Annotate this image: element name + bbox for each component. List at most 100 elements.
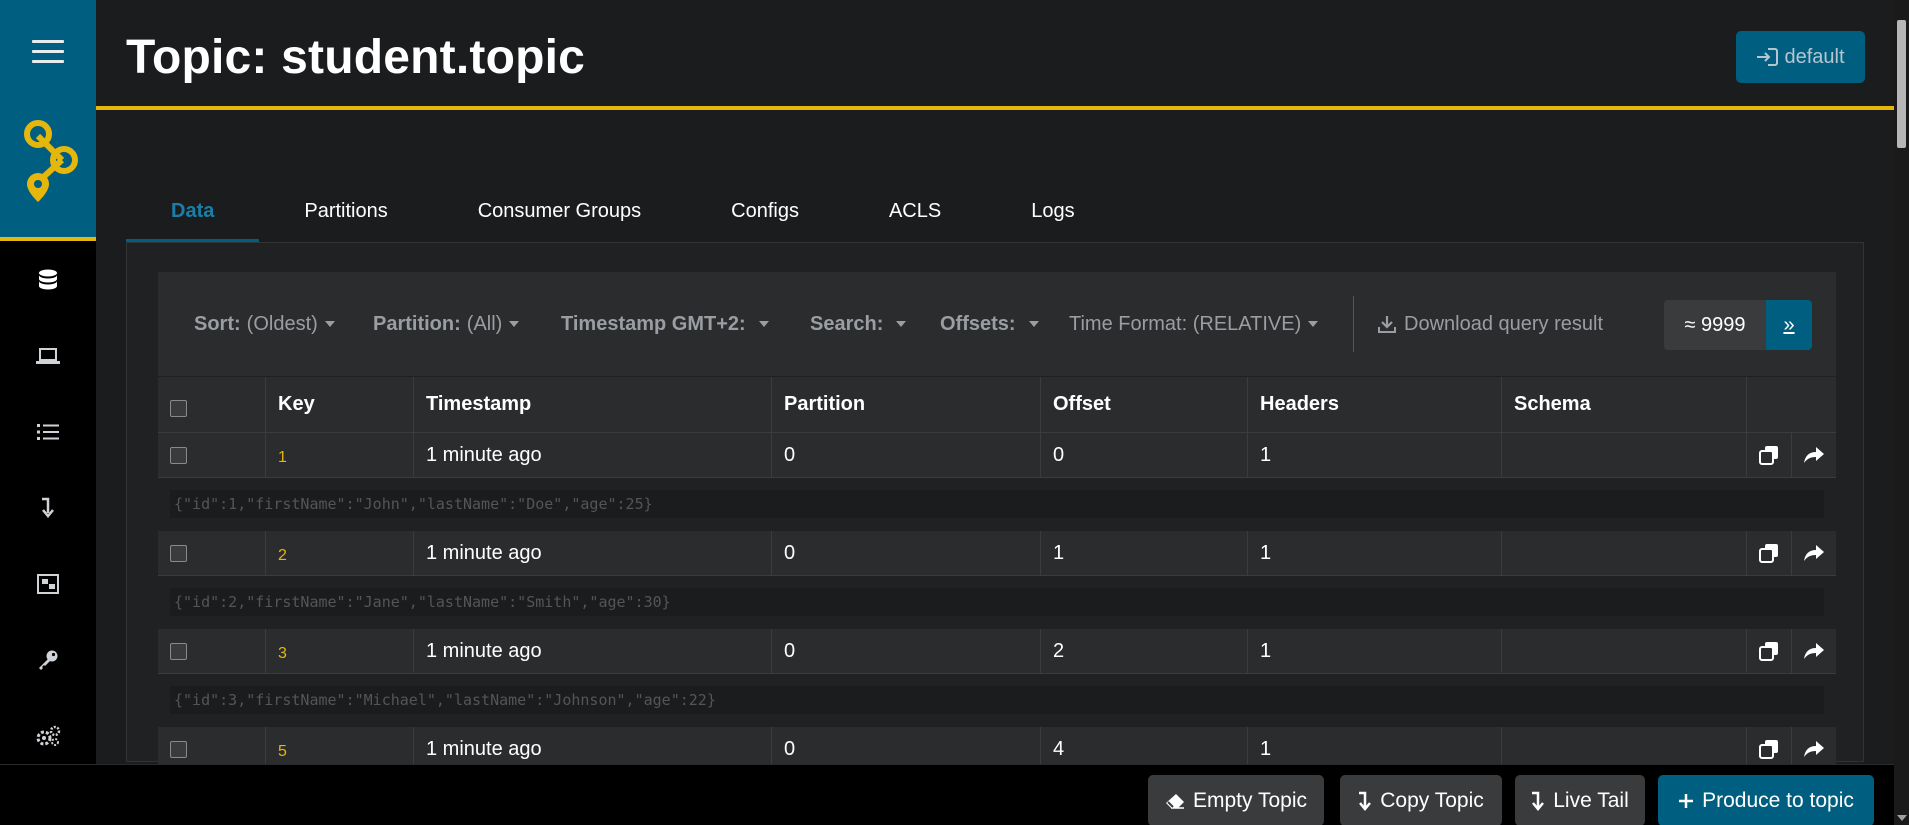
copy-icon [1759, 740, 1778, 759]
copy-topic-button[interactable]: Copy Topic [1340, 775, 1502, 825]
sort-dropdown[interactable]: Sort: (Oldest) [194, 272, 335, 376]
tab-acls[interactable]: ACLS [844, 180, 986, 243]
empty-topic-button[interactable]: Empty Topic [1148, 775, 1324, 825]
cell-timestamp: 1 minute ago [413, 531, 771, 575]
live-tail-button[interactable]: Live Tail [1515, 775, 1645, 825]
copy-row-button[interactable] [1746, 433, 1791, 477]
header-schema[interactable]: Schema [1501, 377, 1746, 432]
header-offset[interactable]: Offset [1040, 377, 1247, 432]
share-icon [1804, 447, 1824, 463]
scrollbar-thumb[interactable] [1897, 20, 1906, 148]
sort-label: Sort: [194, 312, 241, 335]
table-row[interactable]: 11 minute ago 0 0 1 [158, 433, 1836, 478]
tab-logs[interactable]: Logs [986, 180, 1119, 243]
message-value[interactable]: {"id":2,"firstName":"Jane","lastName":"S… [170, 588, 1824, 616]
table-header-row: Key Timestamp Partition Offset Headers S… [158, 377, 1836, 433]
share-icon [1804, 545, 1824, 561]
cell-schema [1501, 629, 1746, 673]
produce-label: Produce to topic [1702, 788, 1854, 812]
select-all-checkbox[interactable] [170, 400, 187, 417]
message-value[interactable]: {"id":3,"firstName":"Michael","lastName"… [170, 686, 1824, 714]
level-down-icon [1532, 791, 1545, 811]
share-icon [1804, 643, 1824, 659]
offsets-label: Offsets: [940, 312, 1016, 335]
search-dropdown[interactable]: Search: [810, 272, 907, 376]
tab-consumer-groups[interactable]: Consumer Groups [433, 180, 686, 243]
message-value[interactable]: {"id":1,"firstName":"John","lastName":"D… [170, 490, 1824, 518]
tab-configs[interactable]: Configs [686, 180, 844, 243]
database-icon [39, 269, 57, 290]
table-row[interactable]: 21 minute ago 0 1 1 [158, 531, 1836, 576]
caret-down-icon [758, 321, 769, 327]
caret-down-icon [1028, 321, 1039, 327]
search-label: Search: [810, 312, 884, 335]
offsets-dropdown[interactable]: Offsets: [940, 272, 1039, 376]
header-select [158, 377, 265, 432]
copy-row-button[interactable] [1746, 531, 1791, 575]
tab-partitions[interactable]: Partitions [259, 180, 432, 243]
sidebar-item-topics[interactable] [30, 262, 66, 298]
copy-topic-label: Copy Topic [1380, 788, 1484, 812]
level-down-icon [42, 497, 54, 518]
copy-row-button[interactable] [1746, 629, 1791, 673]
timestamp-dropdown[interactable]: Timestamp GMT+2: [561, 272, 769, 376]
row-checkbox[interactable] [170, 642, 187, 660]
sidebar-item-acls[interactable] [30, 642, 66, 678]
cell-timestamp: 1 minute ago [413, 629, 771, 673]
scroll-down-icon[interactable] [1897, 815, 1907, 821]
level-down-icon [1359, 791, 1372, 811]
table-row[interactable]: 31 minute ago 0 2 1 [158, 629, 1836, 674]
app-window: Topic: student.topic default Data Partit… [0, 0, 1909, 825]
produce-to-topic-button[interactable]: Produce to topic [1658, 775, 1874, 825]
page-title: Topic: student.topic [126, 31, 586, 84]
cell-key: 1 [265, 433, 413, 477]
cell-key: 3 [265, 629, 413, 673]
cell-headers: 1 [1247, 531, 1501, 575]
hamburger-menu-icon[interactable] [32, 40, 64, 64]
login-button[interactable]: default [1736, 31, 1865, 83]
copy-icon [1759, 446, 1778, 465]
page-scrollbar[interactable] [1894, 0, 1909, 825]
time-format-dropdown[interactable]: Time Format: (RELATIVE) [1069, 272, 1319, 376]
partition-dropdown[interactable]: Partition: (All) [373, 272, 520, 376]
header-headers[interactable]: Headers [1247, 377, 1501, 432]
list-icon [37, 424, 59, 440]
cell-schema [1501, 433, 1746, 477]
data-panel: Sort: (Oldest) Partition: (All) Timestam… [126, 242, 1864, 772]
caret-down-icon [896, 321, 907, 327]
row-select-cell [158, 629, 265, 673]
header-actions [1746, 377, 1836, 432]
header-partition[interactable]: Partition [771, 377, 1040, 432]
filter-toolbar: Sort: (Oldest) Partition: (All) Timestam… [158, 272, 1836, 376]
download-icon [1378, 316, 1396, 333]
sidebar-item-schema[interactable] [30, 566, 66, 602]
download-button[interactable]: Download query result [1378, 272, 1603, 376]
toolbar-divider [1353, 296, 1354, 352]
next-page-button[interactable]: » [1766, 300, 1812, 350]
sidebar-item-settings[interactable] [30, 718, 66, 754]
caret-down-icon [509, 321, 520, 327]
sidebar [0, 0, 96, 825]
share-row-button[interactable] [1791, 629, 1836, 673]
cell-partition: 0 [771, 629, 1040, 673]
message-value-row: {"id":3,"firstName":"Michael","lastName"… [158, 675, 1836, 727]
time-format-label: Time Format: (RELATIVE) [1069, 312, 1302, 335]
sidebar-item-nodes[interactable] [30, 338, 66, 374]
laptop-icon [36, 348, 60, 364]
header-timestamp[interactable]: Timestamp [413, 377, 771, 432]
share-row-button[interactable] [1791, 531, 1836, 575]
row-checkbox[interactable] [170, 544, 187, 562]
sidebar-item-groups[interactable] [30, 414, 66, 450]
tab-data[interactable]: Data [126, 180, 260, 243]
cell-partition: 0 [771, 531, 1040, 575]
row-checkbox[interactable] [170, 740, 187, 758]
sort-value: (Oldest) [246, 312, 318, 335]
caret-down-icon [324, 321, 335, 327]
cell-offset: 2 [1040, 629, 1247, 673]
header-key[interactable]: Key [265, 377, 413, 432]
share-row-button[interactable] [1791, 433, 1836, 477]
row-checkbox[interactable] [170, 446, 187, 464]
cell-offset: 1 [1040, 531, 1247, 575]
sidebar-item-tail[interactable] [30, 490, 66, 526]
cell-partition: 0 [771, 433, 1040, 477]
